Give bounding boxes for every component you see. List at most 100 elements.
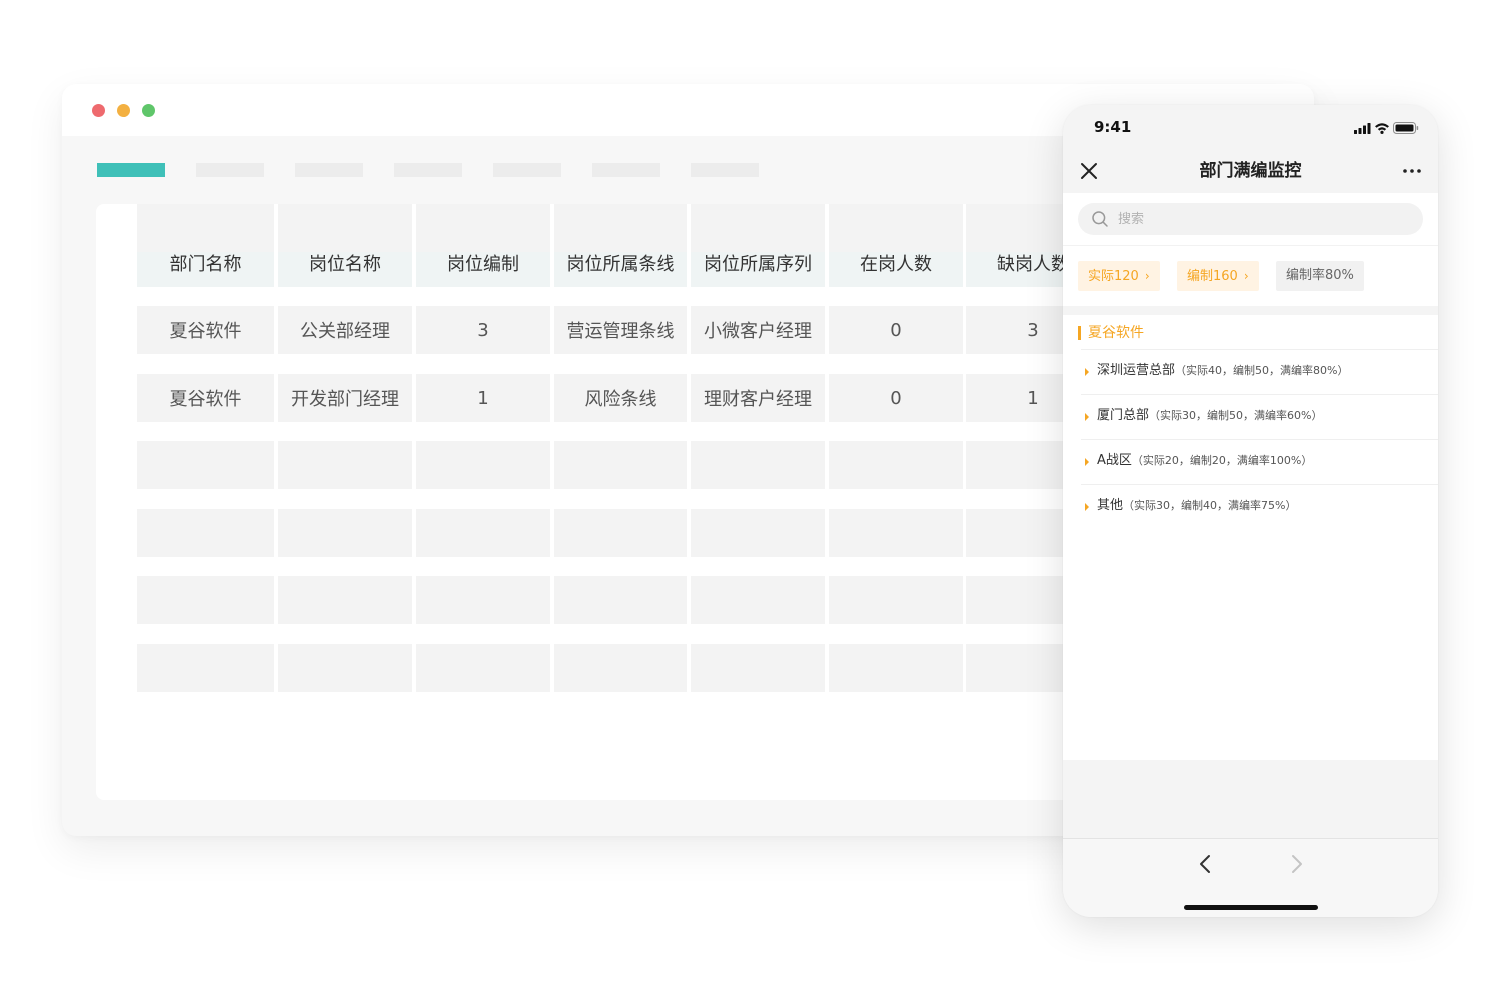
close-window-dot[interactable] [92, 104, 105, 117]
list-item[interactable]: 厦门总部（实际30，编制50，满编率60%） [1081, 394, 1438, 438]
table-cell: 夏谷软件 [137, 374, 274, 422]
table-cell [554, 441, 687, 489]
table-cell [691, 204, 825, 252]
table-cell: 0 [829, 374, 963, 422]
tab-5[interactable] [493, 163, 561, 177]
item-detail: （实际30，编制40，满编率75%） [1123, 499, 1297, 512]
tab-6[interactable] [592, 163, 660, 177]
caret-right-icon [1085, 413, 1089, 421]
table-cell [137, 509, 274, 557]
table-cell: 夏谷软件 [137, 306, 274, 354]
table-cell [691, 576, 825, 624]
table-cell: 0 [829, 306, 963, 354]
chip-quota-label: 编制160 [1187, 269, 1238, 284]
summary-chips: 实际120 › 编制160 › 编制率80% [1063, 245, 1438, 306]
table-cell [554, 576, 687, 624]
table-cell: 营运管理条线 [554, 306, 687, 354]
table-cell [278, 509, 412, 557]
table-cell: 3 [416, 306, 550, 354]
chip-actual[interactable]: 实际120 › [1078, 261, 1160, 291]
table-cell [829, 644, 963, 692]
group-header: 夏谷软件 [1063, 315, 1438, 351]
group-accent-bar [1078, 326, 1081, 340]
page-title: 部门满编监控 [1199, 161, 1302, 181]
table-cell [137, 644, 274, 692]
search-area [1063, 193, 1438, 245]
table-cell: 小微客户经理 [691, 306, 825, 354]
department-list: 夏谷软件 深圳运营总部（实际40，编制50，满编率80%） 厦门总部（实际30，… [1063, 315, 1438, 760]
tab-4[interactable] [394, 163, 462, 177]
table-cell [278, 204, 412, 252]
table-cell: 1 [416, 374, 550, 422]
caret-right-icon [1085, 368, 1089, 376]
table-cell [691, 509, 825, 557]
tab-7[interactable] [691, 163, 759, 177]
table-cell [137, 441, 274, 489]
chevron-right-icon [1292, 855, 1302, 873]
table-cell [278, 644, 412, 692]
chip-quota[interactable]: 编制160 › [1177, 261, 1259, 291]
group-title: 夏谷软件 [1088, 325, 1144, 341]
table-cell [829, 509, 963, 557]
home-indicator [1184, 905, 1318, 910]
battery-icon [1393, 122, 1419, 134]
signal-icon [1354, 123, 1371, 134]
table-cell [137, 204, 274, 252]
table-cell [691, 441, 825, 489]
chip-rate: 编制率80% [1276, 261, 1364, 291]
table-cell [416, 509, 550, 557]
item-name: 深圳运营总部 [1097, 363, 1176, 378]
table-cell [829, 576, 963, 624]
caret-right-icon [1085, 503, 1089, 511]
item-name: 厦门总部 [1097, 408, 1150, 423]
chevron-left-icon[interactable] [1195, 853, 1217, 875]
chip-rate-label: 编制率80% [1286, 268, 1354, 283]
status-icons [1354, 122, 1419, 134]
chevron-right-icon: › [1144, 269, 1150, 283]
table-cell [137, 576, 274, 624]
item-name: 其他 [1097, 498, 1124, 513]
item-detail: （实际40，编制50，满编率80%） [1175, 364, 1349, 377]
list-item[interactable]: A战区（实际20，编制20，满编率100%） [1081, 439, 1438, 483]
item-name: A战区 [1097, 453, 1132, 468]
table-cell: 开发部门经理 [278, 374, 412, 422]
table-cell [691, 644, 825, 692]
table-cell: 风险条线 [554, 374, 687, 422]
chevron-right-icon: › [1243, 269, 1249, 283]
stage: 部门名称 岗位名称 岗位编制 岗位所属条线 岗位所属序列 在岗人数 缺岗人数 夏谷软件 公关部经… [0, 0, 1501, 1001]
bottom-toolbar [1063, 838, 1438, 917]
list-item[interactable]: 其他（实际30，编制40，满编率75%） [1081, 484, 1438, 528]
tab-1[interactable] [97, 163, 165, 177]
table-cell: 理财客户经理 [691, 374, 825, 422]
table-cell: 公关部经理 [278, 306, 412, 354]
tab-2[interactable] [196, 163, 264, 177]
search-icon [1092, 211, 1108, 227]
table-cell [416, 441, 550, 489]
maximize-window-dot[interactable] [142, 104, 155, 117]
table-cell [416, 644, 550, 692]
table-cell [554, 644, 687, 692]
table-cell [829, 441, 963, 489]
list-item[interactable]: 深圳运营总部（实际40，编制50，满编率80%） [1081, 349, 1438, 393]
table-cell [554, 204, 687, 252]
table-cell [278, 576, 412, 624]
caret-right-icon [1085, 458, 1089, 466]
minimize-window-dot[interactable] [117, 104, 130, 117]
tab-3[interactable] [295, 163, 363, 177]
nav-bar: 部门满编监控 [1063, 149, 1438, 193]
table-cell [416, 204, 550, 252]
item-detail: （实际30，编制50，满编率60%） [1149, 409, 1323, 422]
table-cell [278, 441, 412, 489]
more-icon[interactable] [1400, 159, 1424, 183]
search-input[interactable] [1118, 203, 1408, 235]
table-cell [554, 509, 687, 557]
search-box[interactable] [1078, 203, 1423, 235]
status-time: 9:41 [1094, 118, 1132, 136]
status-bar: 9:41 [1063, 105, 1438, 149]
chip-actual-label: 实际120 [1088, 269, 1139, 284]
phone-mockup: 9:41 部门满编监控 搜索 实际120 › 编制160 › 编制率80% 夏谷… [1063, 105, 1438, 917]
wifi-icon [1375, 123, 1389, 134]
table-cell [416, 576, 550, 624]
table-cell [829, 204, 963, 252]
item-detail: （实际20，编制20，满编率100%） [1131, 454, 1313, 467]
